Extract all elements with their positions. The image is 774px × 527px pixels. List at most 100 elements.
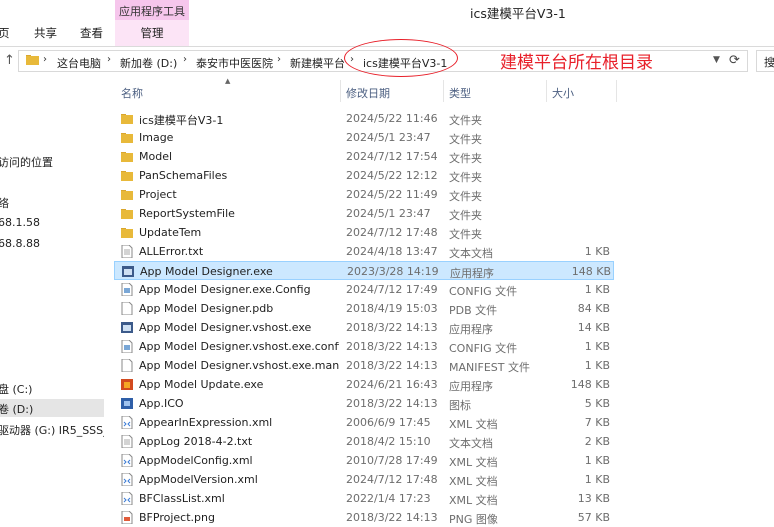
file-size: 5 KB [584,397,610,410]
png-file-icon [121,510,133,525]
file-name: App Model Designer.exe.Config [139,283,311,296]
chevron-right-icon[interactable]: › [43,54,47,65]
nav-recent-places[interactable]: 访问的位置 [0,152,104,170]
folder-icon [121,226,133,239]
file-row[interactable]: App Model Designer.vshost.exe.config 2018… [114,337,614,356]
chevron-down-icon[interactable]: ▼ [713,55,720,65]
tab-view[interactable]: 查看 [80,25,103,41]
folder-icon [121,112,133,125]
file-date: 2018/4/2 15:10 [346,435,431,448]
file-size: 7 KB [584,416,610,429]
breadcrumb-this-pc[interactable]: 这台电脑 [57,55,101,71]
file-size: 1 KB [584,454,610,467]
file-date: 2018/3/22 14:13 [346,359,438,372]
nav-label: 络 [0,197,9,210]
column-divider[interactable] [340,80,341,102]
file-date: 2024/7/12 17:49 [346,283,438,296]
file-name: AppearInExpression.xml [139,416,273,429]
file-row[interactable]: ReportSystemFile 2024/5/1 23:47 文件夹 [114,204,614,223]
chevron-right-icon[interactable]: › [107,54,111,65]
file-row[interactable]: Image 2024/5/1 23:47 文件夹 [114,128,614,147]
column-header-size[interactable]: 大小 [552,85,574,101]
file-name: App Model Designer.pdb [139,302,274,315]
file-row[interactable]: App Model Designer.exe 2023/3/28 14:19 应用程… [114,261,614,280]
search-input[interactable]: 搜 [756,50,774,72]
config-file-icon [121,339,133,354]
folder-icon [26,55,39,65]
file-row[interactable]: App Model Designer.exe.Config 2024/7/12 1… [114,280,614,299]
file-row[interactable]: UpdateTem 2024/7/12 17:48 文件夹 [114,223,614,242]
file-name: ics建模平台V3-1 [139,114,224,127]
column-divider[interactable] [616,80,617,102]
context-tab-group: 应用程序工具 管理 [115,0,189,46]
file-row[interactable]: BFClassList.xml 2022/1/4 17:23 XML 文档 13 KB [114,489,614,508]
tab-share[interactable]: 共享 [34,25,57,41]
file-row[interactable]: BFProject.png 2018/3/22 14:13 PNG 图像 57 KB [114,508,614,527]
file-name: Project [139,188,177,201]
chevron-right-icon[interactable]: › [183,54,187,65]
file-row[interactable]: App Model Update.exe 2024/6/21 16:43 应用程序 1… [114,375,614,394]
generic-file-icon [121,358,133,373]
file-row[interactable]: AppModelConfig.xml 2010/7/28 17:49 XML 文档 1… [114,451,614,470]
tab-home[interactable]: 页 [0,25,10,41]
column-header-type[interactable]: 类型 [449,85,471,101]
refresh-icon[interactable]: ⟳ [729,53,740,68]
file-size: 1 KB [584,245,610,258]
file-row[interactable]: ics建模平台V3-1 2024/5/22 11:46 文件夹 [114,109,614,128]
file-type: 文件夹 [449,133,482,146]
breadcrumb-new-platform[interactable]: 新建模平台 [290,55,345,71]
breadcrumb-drive-d[interactable]: 新加卷 (D:) [120,55,177,71]
app-exe-icon [122,265,134,278]
file-row[interactable]: App Model Designer.vshost.exe 2018/3/22 1… [114,318,614,337]
file-row[interactable]: PanSchemaFiles 2024/5/22 12:12 文件夹 [114,166,614,185]
nav-host-1[interactable]: 68.1.58 [0,214,104,232]
column-divider[interactable] [546,80,547,102]
tab-manage[interactable]: 管理 [115,25,189,41]
file-type: XML 文档 [449,494,498,507]
file-row[interactable]: AppearInExpression.xml 2006/6/9 17:45 XML … [114,413,614,432]
file-type: PDB 文件 [449,304,498,317]
generic-file-icon [121,301,133,316]
column-header-name[interactable]: 名称 [121,85,143,101]
file-date: 2024/5/1 23:47 [346,131,431,144]
file-row[interactable]: App Model Designer.pdb 2018/4/19 15:03 PDB… [114,299,614,318]
file-row[interactable]: App.ICO 2018/3/22 14:13 图标 5 KB [114,394,614,413]
file-date: 2024/6/21 16:43 [346,378,438,391]
file-date: 2022/1/4 17:23 [346,492,431,505]
file-type: PNG 图像 [449,513,498,526]
file-size: 2 KB [584,435,610,448]
nav-host-2[interactable]: 68.8.88 [0,235,104,253]
column-divider[interactable] [443,80,444,102]
file-row[interactable]: ALLError.txt 2024/4/18 13:47 文本文档 1 KB [114,242,614,261]
nav-label: 盘 (C:) [0,383,33,396]
xml-file-icon [121,453,133,468]
file-name: App Model Designer.vshost.exe [139,321,312,334]
file-name: ALLError.txt [139,245,204,258]
file-type: 应用程序 [449,323,493,336]
up-arrow-icon[interactable]: ↑ [4,53,15,68]
nav-network[interactable]: 络 [0,193,104,211]
file-size: 1 KB [584,283,610,296]
file-type: 文本文档 [449,247,493,260]
file-name: BFProject.png [139,511,215,524]
file-row[interactable]: Model 2024/7/12 17:54 文件夹 [114,147,614,166]
context-group-title: 应用程序工具 [119,5,185,18]
text-file-icon [121,244,133,259]
file-row[interactable]: App Model Designer.vshost.exe.mani... 201… [114,356,614,375]
chevron-right-icon[interactable]: › [277,54,281,65]
ico-file-icon [121,397,133,410]
nav-drive-c[interactable]: 盘 (C:) [0,379,104,397]
file-row[interactable]: AppModelVersion.xml 2024/7/12 17:48 XML 文档… [114,470,614,489]
file-date: 2024/5/1 23:47 [346,207,431,220]
annotation-circle [344,39,458,77]
file-row[interactable]: Project 2024/5/22 11:49 文件夹 [114,185,614,204]
file-size: 1 KB [584,340,610,353]
breadcrumb-hospital[interactable]: 泰安市中医医院 [196,55,273,71]
file-type: 文件夹 [449,228,482,241]
column-header-date[interactable]: 修改日期 [346,85,390,101]
file-size: 148 KB [571,265,611,278]
file-name: AppLog 2018-4-2.txt [139,435,253,448]
file-row[interactable]: AppLog 2018-4-2.txt 2018/4/2 15:10 文本文档 2 K… [114,432,614,451]
nav-drive-g[interactable]: 驱动器 (G:) IR5_SSS_X [0,420,104,438]
nav-drive-d[interactable]: 卷 (D:) [0,399,104,417]
